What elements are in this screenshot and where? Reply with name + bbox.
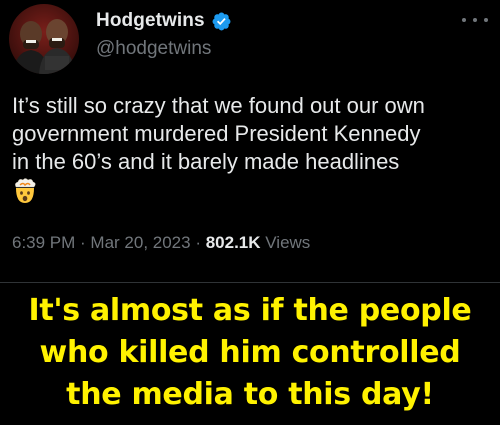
avatar-image xyxy=(9,4,79,74)
verified-badge-icon xyxy=(211,11,232,32)
tweet-date[interactable]: Mar 20, 2023 xyxy=(90,233,190,252)
caption-line: It's almost as if the people xyxy=(28,293,472,328)
views-label: Views xyxy=(260,233,311,252)
views-count[interactable]: 802.1K xyxy=(206,233,261,252)
tweet-meta: 6:39 PM · Mar 20, 2023 · 802.1K Views xyxy=(12,233,310,253)
caption-line: who killed him controlled xyxy=(39,335,461,370)
caption-line: the media to this day! xyxy=(66,377,434,412)
author-handle[interactable]: @hodgetwins xyxy=(96,38,211,60)
meme-caption: It's almost as if the people who killed … xyxy=(0,290,500,416)
tweet-text: It’s still so crazy that we found out ou… xyxy=(12,92,492,176)
exploding-head-emoji-icon xyxy=(12,178,38,204)
tweet-text-line: in the 60’s and it barely made headlines xyxy=(12,149,400,174)
avatar[interactable] xyxy=(9,4,79,74)
tweet-time[interactable]: 6:39 PM xyxy=(12,233,75,252)
author-name-row: Hodgetwins xyxy=(96,10,232,32)
tweet-text-line: It’s still so crazy that we found out ou… xyxy=(12,93,425,118)
divider xyxy=(0,282,500,283)
author-display-name[interactable]: Hodgetwins xyxy=(96,10,205,32)
more-options-icon[interactable] xyxy=(462,10,488,30)
meta-separator: · xyxy=(190,233,206,252)
tweet-text-line: government murdered President Kennedy xyxy=(12,121,421,146)
tweet-card: Hodgetwins @hodgetwins It’s still so cra… xyxy=(0,0,500,290)
meta-separator: · xyxy=(75,233,91,252)
